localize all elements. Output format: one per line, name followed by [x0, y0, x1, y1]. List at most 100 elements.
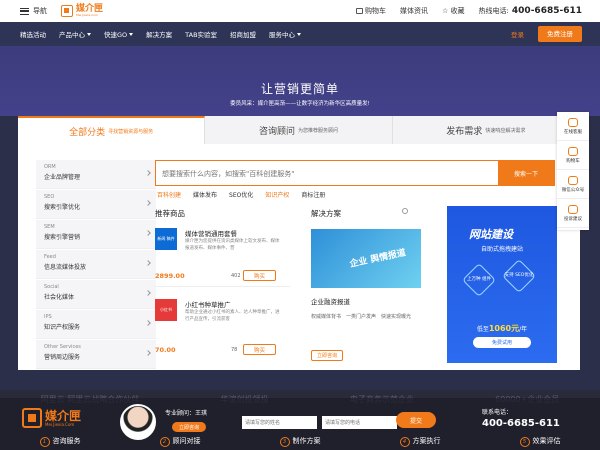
name-field[interactable]: [242, 416, 317, 429]
product-desc: 帮助企业通过小红书的素人、达人种草推广，进行产品宣传，引流获客: [185, 310, 280, 322]
search-button[interactable]: 搜索一下: [498, 161, 554, 185]
hero-banner: 让营销更简单 委员风采：媒介匣高渐——让数字经济为新华区高质量发!: [0, 46, 600, 116]
buy-button[interactable]: 购买: [243, 270, 276, 281]
category-item-feed[interactable]: Feed 信息流媒体投放: [36, 250, 156, 279]
footer-contact: 联系电话： 400-6685-611: [482, 409, 560, 429]
search-bar: 搜索一下: [155, 160, 555, 186]
news-link[interactable]: 媒体资讯: [400, 6, 428, 16]
register-button[interactable]: 免费注册: [538, 26, 582, 42]
category-item-other[interactable]: Other Services 营销周边服务: [36, 340, 156, 369]
floating-sidebar: 在线客服 购物车 微信公众号 投诉建议: [557, 112, 589, 230]
nav-item-quickgo[interactable]: 快速GO: [104, 29, 134, 39]
nav-menu-toggle[interactable]: 导航: [20, 6, 47, 16]
hot-tag[interactable]: 商标注册: [301, 190, 325, 199]
service-panel: 全部分类 寻找营销资源与服务 咨询顾问 为您推荐服务顾问 发布需求 快速响应解决需求 …: [18, 116, 580, 370]
solution-name[interactable]: 企业融资报道: [311, 296, 350, 306]
search-input[interactable]: [162, 166, 502, 181]
menu-label: 导航: [33, 7, 47, 15]
panel-tabs: 全部分类 寻找营销资源与服务 咨询顾问 为您推荐服务顾问 发布需求 快速响应解决需求: [18, 116, 580, 144]
logo-icon: [22, 408, 42, 428]
chevron-down-icon: [129, 32, 134, 36]
top-bar: 导航 媒介匣 Mei.Jiexia.Com 购物车 媒体资讯 ☆ 收藏 热线电话…: [0, 0, 600, 22]
star-icon: ☆: [442, 7, 449, 15]
step-item: 4 方案执行: [360, 436, 480, 447]
logo-subtext: Mei.Jiexia.Com: [76, 13, 98, 17]
hero-title: 让营销更简单: [260, 82, 339, 96]
product-price: 70.00: [155, 346, 176, 354]
product-thumbnail: 新闻 稿件: [155, 228, 177, 250]
wechat-button[interactable]: 微信公众号: [557, 170, 589, 199]
product-name: 媒体营销通用套餐: [185, 230, 237, 238]
hot-tag[interactable]: 知识产权: [265, 190, 289, 199]
step-item: 3 制作方案: [240, 436, 360, 447]
product-desc: 媒介匣为您提供在资讯类媒体上软文发布、媒体报道发布、媒体事件、营: [185, 239, 280, 251]
product-name: 小红书种草推广: [185, 301, 231, 309]
login-link[interactable]: 登录: [511, 29, 524, 39]
online-service-button[interactable]: 在线客服: [557, 112, 589, 141]
favorite-link[interactable]: ☆ 收藏: [442, 6, 465, 16]
hot-tag[interactable]: SEO优化: [229, 190, 253, 199]
category-list: ORM 企业品牌管理 SEO 搜索引擎优化 SEM 搜索引擎营销 Feed 信息流媒体投…: [36, 160, 156, 370]
product-card[interactable]: 新闻 稿件 媒体营销通用套餐 媒介匣为您提供在资讯类媒体上软文发布、媒体报道发布…: [155, 228, 280, 288]
buy-button[interactable]: 购买: [243, 344, 276, 355]
category-item-orm[interactable]: ORM 企业品牌管理: [36, 160, 156, 189]
step-item: 1 咨询服务: [0, 436, 120, 447]
product-thumbnail: 小红书: [155, 299, 177, 321]
consult-button[interactable]: 立即咨询: [311, 350, 343, 361]
site-logo[interactable]: 媒介匣 Mei.Jiexia.Com: [61, 5, 103, 17]
category-item-seo[interactable]: SEO 搜索引擎优化: [36, 190, 156, 219]
product-count: 78: [231, 347, 238, 353]
banner-subtitle: 自助式拖拽建站: [480, 246, 523, 253]
divider: [155, 286, 290, 287]
banner-price: 低至1060元/年: [476, 324, 528, 333]
feedback-icon: [568, 204, 578, 214]
solution-image[interactable]: 企业 舆情报道: [311, 229, 421, 288]
service-steps: 1 咨询服务 2 顾问对接 3 制作方案 4 方案执行 5 效果评估: [0, 436, 600, 447]
menu-icon: [20, 7, 29, 15]
advisor-avatar: [120, 404, 156, 440]
free-trial-button[interactable]: 免费试用: [473, 337, 531, 348]
logo-icon: [61, 5, 73, 17]
product-count: 402: [231, 273, 241, 279]
info-icon[interactable]: [402, 208, 408, 214]
chevron-down-icon: [297, 32, 302, 36]
complaint-button[interactable]: 投诉建议: [557, 199, 589, 228]
nav-item-service[interactable]: 服务中心: [269, 29, 302, 39]
step-item: 5 效果评估: [480, 436, 600, 447]
banner-tag: 上万种 组件: [467, 277, 491, 282]
tab-all-categories[interactable]: 全部分类 寻找营销资源与服务: [18, 116, 206, 144]
phone-field[interactable]: [322, 416, 397, 429]
products-title: 推荐商品: [155, 209, 185, 218]
solution-desc: 权威媒体背书 一类门户发声 快速实现曝光: [311, 314, 412, 320]
banner-tag: 支持 SEO优化: [504, 273, 534, 278]
tab-consultant[interactable]: 咨询顾问 为您推荐服务顾问: [205, 116, 393, 144]
hotline: 热线电话: 400-6685-611: [478, 6, 582, 16]
advisor-name: 专业顾问：王琪: [165, 410, 208, 417]
consult-footer: 媒介匣Mei.Jiexia.Com 专业顾问：王琪 立即咨询 提交 联系电话： …: [0, 398, 600, 450]
cart-icon: [568, 146, 578, 156]
category-item-social[interactable]: Social 社会化媒体: [36, 280, 156, 309]
category-item-ips[interactable]: IPS 知识产权服务: [36, 310, 156, 339]
side-cart-button[interactable]: 购物车: [557, 141, 589, 170]
hot-tag[interactable]: 百科创建: [157, 190, 181, 199]
hero-subtitle[interactable]: 委员风采：媒介匣高渐——让数字经济为新华区高质量发!: [0, 99, 600, 107]
nav-item-tab-lab[interactable]: TAB实验室: [185, 29, 217, 39]
chevron-down-icon: [87, 32, 91, 36]
nav-item-franchise[interactable]: 招商加盟: [230, 29, 256, 39]
cart-icon: [356, 8, 364, 14]
nav-item-products[interactable]: 产品中心: [59, 29, 91, 39]
advisor-consult-button[interactable]: 立即咨询: [172, 422, 206, 432]
main-nav: 精选活动 产品中心 快速GO 解决方案 TAB实验室 招商加盟 服务中心 登录 …: [0, 22, 600, 46]
submit-button[interactable]: 提交: [396, 412, 436, 428]
website-build-banner[interactable]: 网站建设 自助式拖拽建站 上万种 组件 支持 SEO优化 低至1060元/年 免…: [447, 206, 557, 363]
category-item-sem[interactable]: SEM 搜索引擎营销: [36, 220, 156, 249]
headset-icon: [568, 117, 578, 127]
step-item: 2 顾问对接: [120, 436, 240, 447]
tab-post-demand[interactable]: 发布需求 快速响应解决需求: [393, 116, 580, 144]
nav-item-activities[interactable]: 精选活动: [20, 29, 46, 39]
product-card[interactable]: 小红书 小红书种草推广 帮助企业通过小红书的素人、达人种草推广，进行产品宣传，引…: [155, 299, 280, 359]
cart-link[interactable]: 购物车: [356, 6, 386, 16]
hot-tag[interactable]: 媒体发布: [193, 190, 217, 199]
nav-item-solutions[interactable]: 解决方案: [146, 29, 172, 39]
banner-title: 网站建设: [469, 228, 513, 241]
